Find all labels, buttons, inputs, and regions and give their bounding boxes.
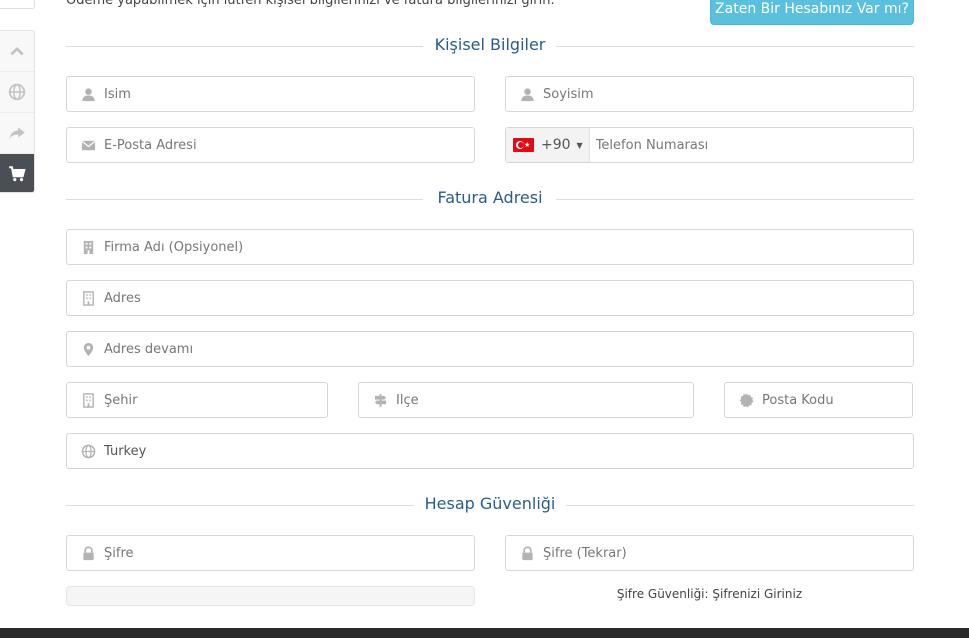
login-button[interactable]: Zaten Bir Hesabınız Var mı? bbox=[710, 0, 914, 25]
caret-down-icon: ▼ bbox=[576, 140, 583, 150]
city-field bbox=[66, 382, 328, 418]
share-icon bbox=[9, 127, 25, 140]
side-widget-fragment bbox=[0, 0, 35, 9]
map-marker-icon bbox=[80, 341, 96, 357]
chevron-up-icon bbox=[9, 46, 24, 56]
language-button[interactable] bbox=[0, 72, 34, 113]
building-icon bbox=[80, 290, 96, 306]
cart-button[interactable] bbox=[0, 154, 34, 192]
envelope-icon bbox=[80, 137, 96, 153]
country-select-value: Turkey bbox=[104, 443, 147, 459]
first-name-input[interactable] bbox=[104, 77, 474, 111]
section-title: Kişisel Bilgiler bbox=[434, 35, 546, 54]
postcode-field bbox=[724, 382, 932, 418]
side-toolbar bbox=[0, 30, 35, 193]
section-title: Hesap Güvenliği bbox=[424, 494, 556, 513]
district-field bbox=[358, 382, 694, 418]
last-name-input[interactable] bbox=[543, 77, 913, 111]
user-icon bbox=[80, 86, 96, 102]
company-input[interactable] bbox=[104, 230, 913, 264]
section-account-security: Hesap Güvenliği bbox=[66, 494, 914, 516]
cart-icon bbox=[8, 166, 26, 182]
first-name-field bbox=[66, 76, 475, 112]
country-field[interactable]: Turkey bbox=[66, 433, 914, 469]
address-input[interactable] bbox=[104, 281, 913, 315]
phone-field: ★ +90 ▼ bbox=[505, 127, 914, 163]
turkey-flag-icon: ★ bbox=[513, 138, 534, 152]
globe-icon bbox=[80, 443, 96, 459]
password-input[interactable] bbox=[104, 536, 474, 570]
password-confirm-field bbox=[505, 535, 914, 571]
os-taskbar bbox=[0, 628, 969, 638]
section-billing-address: Fatura Adresi bbox=[66, 188, 914, 210]
badge-icon bbox=[738, 392, 754, 408]
address-field bbox=[66, 280, 914, 316]
scroll-up-button[interactable] bbox=[0, 31, 34, 72]
globe-icon bbox=[8, 83, 25, 101]
password-strength-text: Şifre Güvenliği: Şifrenizi Giriniz bbox=[616, 587, 803, 601]
company-field bbox=[66, 229, 914, 265]
lock-icon bbox=[519, 545, 535, 561]
signpost-icon bbox=[372, 392, 388, 408]
address-continued-input[interactable] bbox=[104, 332, 913, 366]
city-input[interactable] bbox=[104, 383, 327, 417]
email-input[interactable] bbox=[104, 128, 474, 162]
section-title: Fatura Adresi bbox=[437, 188, 543, 207]
building-icon bbox=[80, 239, 96, 255]
district-input[interactable] bbox=[396, 383, 693, 417]
phone-input[interactable] bbox=[589, 128, 913, 162]
lock-icon bbox=[80, 545, 96, 561]
password-strength-bar bbox=[66, 586, 475, 606]
postcode-input[interactable] bbox=[762, 383, 932, 417]
country-code-dropdown[interactable]: ★ +90 ▼ bbox=[506, 128, 590, 162]
share-button[interactable] bbox=[0, 113, 34, 154]
address-continued-field bbox=[66, 331, 914, 367]
password-field bbox=[66, 535, 475, 571]
building-icon bbox=[80, 392, 96, 408]
last-name-field bbox=[505, 76, 914, 112]
intro-text: Ödeme yapabilmek için lütfen kişisel bil… bbox=[66, 0, 555, 8]
password-confirm-input[interactable] bbox=[543, 536, 913, 570]
dial-code: +90 bbox=[541, 137, 571, 153]
section-personal-info: Kişisel Bilgiler bbox=[66, 35, 914, 57]
email-field bbox=[66, 127, 475, 163]
user-icon bbox=[519, 86, 535, 102]
